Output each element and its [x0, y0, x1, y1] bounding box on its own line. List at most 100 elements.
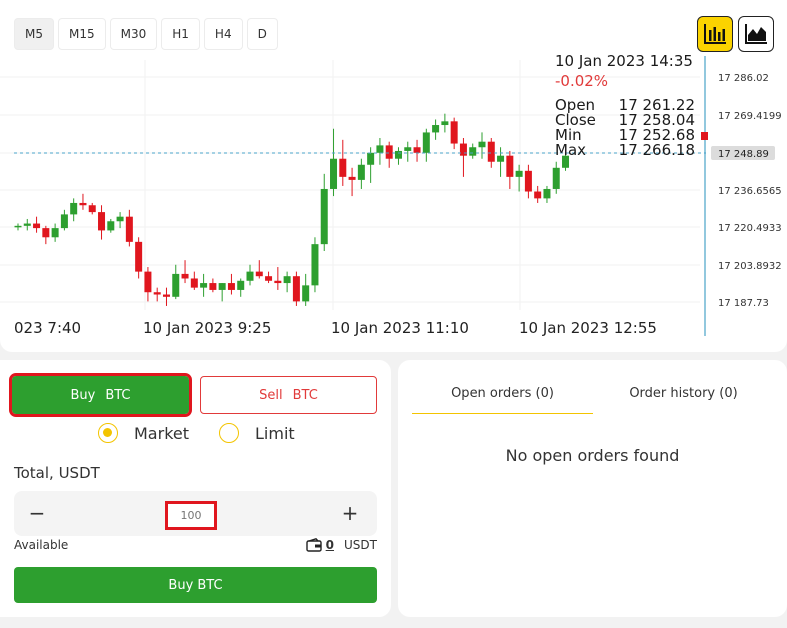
candle-body [60, 214, 68, 229]
crosshair-candle-marker [701, 132, 708, 140]
y-tick-label: 17 286.02 [718, 73, 769, 84]
candle-body [357, 164, 365, 180]
limit-order-radio[interactable]: Limit [219, 423, 295, 443]
candle-body [422, 132, 430, 153]
amount-input[interactable] [165, 501, 217, 530]
candle-body [33, 223, 41, 229]
y-tick-label: 17 269.4199 [718, 111, 782, 122]
candle-body [394, 150, 402, 159]
candle-body [227, 283, 235, 290]
bar-chart-icon [704, 24, 726, 44]
candle-body [209, 283, 217, 290]
timeframe-d-button[interactable]: D [246, 18, 278, 50]
x-tick-label: 10 Jan 2023 9:25 [143, 319, 271, 337]
available-currency: USDT [344, 538, 377, 552]
candle-body [200, 283, 208, 288]
candle-body [459, 143, 467, 156]
timeframe-h4-button[interactable]: H4 [203, 18, 243, 50]
candle-body [153, 292, 161, 295]
candle-body [98, 212, 106, 231]
sell-tab-asset: BTC [292, 387, 318, 403]
candle-body [450, 121, 458, 144]
candle-chart-button[interactable] [697, 16, 733, 52]
available-amount[interactable]: 0 [326, 538, 334, 552]
area-chart-icon [745, 24, 767, 44]
candle-body [543, 188, 551, 199]
max-label: Max [555, 141, 587, 159]
candle-body [246, 271, 254, 281]
orders-tabs: Open orders (0) Order history (0) [412, 382, 774, 414]
candle-body [190, 278, 198, 288]
y-tick-label: 17 187.73 [718, 298, 769, 309]
candle-body [469, 147, 477, 156]
timeframe-m15-button[interactable]: M15 [58, 18, 106, 50]
candle-body [255, 271, 263, 277]
timeframe-selector: M5 M15 M30 H1 H4 D [14, 18, 278, 50]
buy-tab-button[interactable]: Buy BTC [9, 373, 192, 417]
sell-tab-label: Sell [259, 387, 283, 403]
candle-body [404, 147, 412, 151]
limit-label: Limit [255, 423, 295, 443]
decrement-button[interactable]: − [22, 499, 52, 529]
candle-body [367, 152, 375, 165]
timeframe-m5-button[interactable]: M5 [14, 18, 54, 50]
chart-panel: 17 286.02 17 269.4199 17 236.6565 17 220.49… [0, 0, 787, 352]
tab-open-orders[interactable]: Open orders (0) [412, 382, 593, 414]
empty-orders-message: No open orders found [505, 446, 680, 465]
buy-tab-label: Buy [70, 387, 96, 403]
available-label: Available [14, 538, 69, 552]
candle-body [339, 158, 347, 177]
market-order-radio[interactable]: Market [98, 423, 189, 443]
candle-body [265, 276, 273, 281]
tooltip-datetime: 10 Jan 2023 14:35 [555, 52, 693, 70]
candle-body [413, 147, 421, 153]
tooltip-max-row: Max 17 266.18 [555, 143, 695, 158]
candle-body [385, 145, 393, 159]
candle-body [218, 283, 226, 290]
max-value: 17 266.18 [618, 141, 695, 159]
x-tick-label: 10 Jan 2023 11:10 [331, 319, 469, 337]
candle-body [181, 273, 189, 279]
candle-body [51, 228, 59, 238]
candle-body [515, 170, 523, 177]
orders-panel: Open orders (0) Order history (0) No ope… [398, 360, 787, 617]
area-chart-button[interactable] [738, 16, 774, 52]
candle-body [376, 145, 384, 153]
candle-body [88, 205, 96, 213]
x-tick-label: 023 7:40 [14, 319, 81, 337]
x-tick-label: 10 Jan 2023 12:55 [519, 319, 657, 337]
candle-body [524, 170, 532, 192]
tab-order-history[interactable]: Order history (0) [593, 382, 774, 414]
candle-body [432, 125, 440, 133]
trade-panel: Buy BTC Sell BTC Market Limit Total, USD… [0, 360, 391, 617]
candle-body [135, 241, 143, 272]
candle-body [14, 225, 22, 228]
candle-body [162, 294, 170, 297]
timeframe-m30-button[interactable]: M30 [109, 18, 158, 50]
market-label: Market [134, 423, 189, 443]
ohlc-tooltip: 10 Jan 2023 14:35 -0.02% Open 17 261.22 … [555, 54, 695, 158]
increment-button[interactable]: + [335, 499, 365, 529]
candle-body [23, 223, 31, 226]
candle-body [497, 155, 505, 162]
candle-body [172, 273, 180, 297]
candle-body [487, 141, 495, 162]
candle-body [79, 202, 87, 206]
candle-body [125, 216, 133, 242]
candle-body [107, 221, 115, 231]
sell-tab-button[interactable]: Sell BTC [200, 376, 377, 414]
buy-submit-button[interactable]: Buy BTC [14, 567, 377, 603]
y-tick-label: 17 236.6565 [718, 186, 782, 197]
candle-body [506, 155, 514, 177]
buy-tab-asset: BTC [105, 387, 131, 403]
candle-body [237, 280, 245, 290]
candle-body [441, 121, 449, 126]
total-label: Total, USDT [14, 464, 100, 482]
tooltip-change: -0.02% [555, 72, 609, 90]
candle-body [478, 141, 486, 148]
timeframe-h1-button[interactable]: H1 [161, 18, 200, 50]
candle-body [283, 276, 291, 284]
candle-body [42, 228, 50, 238]
candle-body [320, 188, 328, 245]
y-tick-label: 17 203.8932 [718, 261, 782, 272]
